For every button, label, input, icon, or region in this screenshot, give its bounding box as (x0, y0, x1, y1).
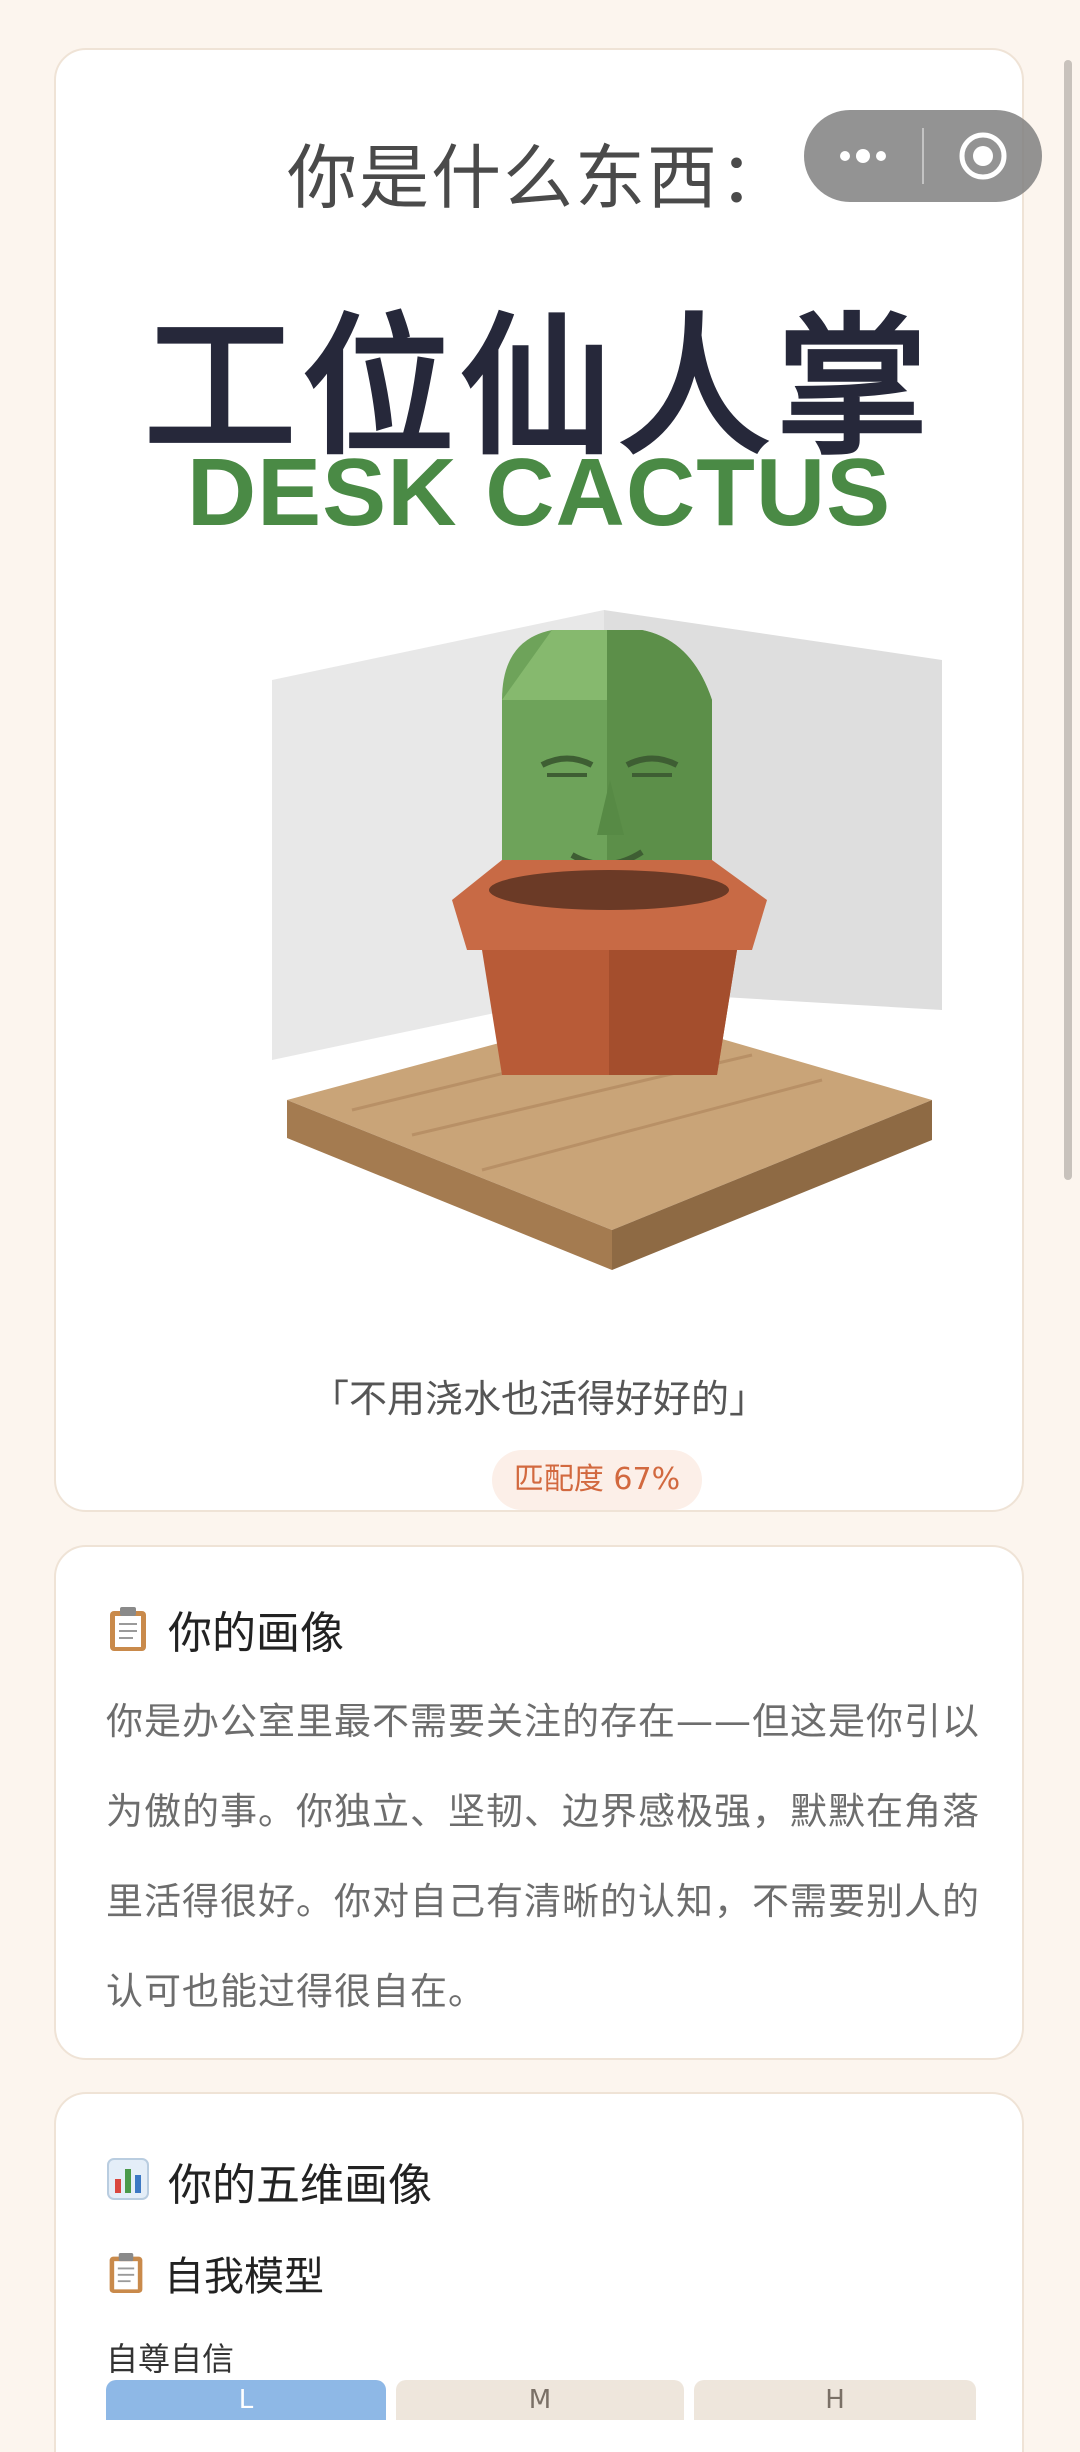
self-esteem-label: 自尊自信 (106, 2340, 235, 2378)
level-m: M (396, 2380, 684, 2420)
clipboard-icon (106, 1605, 150, 1653)
dimensions-title: 你的五维画像 (168, 2160, 432, 2211)
level-l: L (106, 2380, 386, 2420)
clipboard-icon (106, 2251, 146, 2295)
portrait-title: 你的画像 (168, 1608, 344, 1659)
bar-chart-icon (106, 2157, 150, 2205)
miniprogram-capsule (804, 110, 1042, 202)
cactus-illustration (272, 610, 942, 1270)
result-card: 你是什么东西： 工位仙人掌 DESK CACTUS 「不用浇水也活得好好的」 匹… (54, 48, 1024, 1512)
portrait-body: 你是办公室里最不需要关注的存在——但这是你引以为傲的事。你独立、坚韧、边界感极强… (106, 1700, 980, 2013)
dimensions-card: 你的五维画像 自我模型 自尊自信 L M H (54, 2092, 1024, 2452)
portrait-heading: 你的画像 (106, 1597, 344, 1661)
scrollbar[interactable] (1064, 60, 1072, 1180)
result-quote: 「不用浇水也活得好好的」 (310, 1377, 767, 1421)
target-circle-icon[interactable] (924, 110, 1042, 202)
more-dots-icon[interactable] (804, 110, 922, 202)
dimensions-heading: 你的五维画像 (106, 2149, 432, 2213)
level-h: H (694, 2380, 976, 2420)
self-model-title: 自我模型 (164, 2254, 324, 2300)
result-title-en: DESK CACTUS (186, 439, 892, 546)
portrait-card: 你的画像 你是办公室里最不需要关注的存在——但这是你引以为傲的事。你独立、坚韧、… (54, 1545, 1024, 2060)
match-badge: 匹配度 67% (492, 1450, 702, 1510)
self-model-heading: 自我模型 (106, 2244, 324, 2302)
